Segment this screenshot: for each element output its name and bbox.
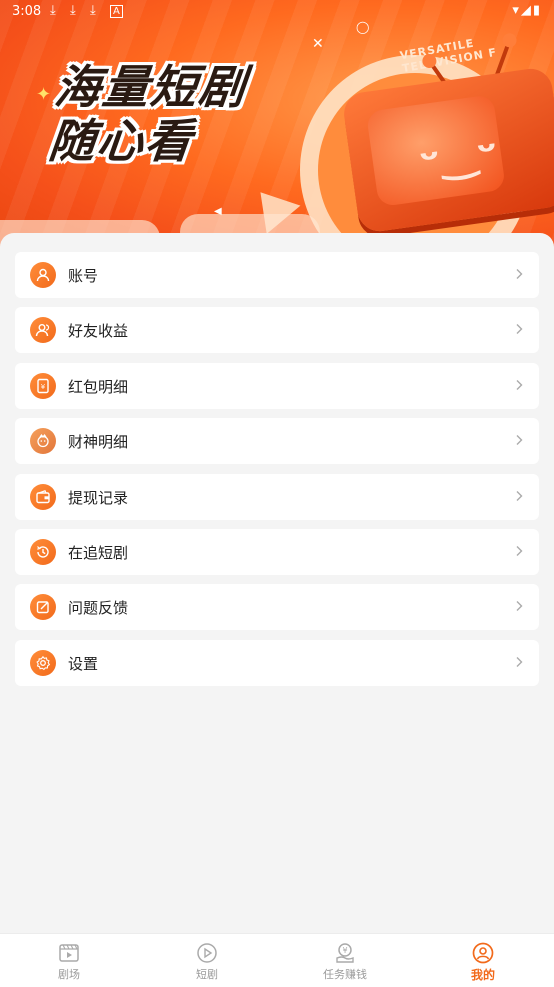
chevron-right-icon (516, 656, 523, 667)
tab-theater[interactable]: 剧场 (0, 934, 138, 987)
banner-slogan: 海量短剧 随心看 (46, 60, 327, 168)
menu-item-label: 问题反馈 (68, 599, 129, 618)
app-notification-icon: A (110, 5, 123, 18)
download-icon: ⤓ (50, 3, 56, 18)
chevron-right-icon (516, 269, 523, 279)
sparkle-icon: ✕ (312, 36, 324, 52)
tv-screen: ᵕ‿ᵕ (365, 94, 506, 208)
chevron-right-icon (516, 490, 523, 501)
red-envelope-icon: ¥ (30, 372, 56, 399)
chevron-right-icon (516, 379, 523, 390)
signal-battery-icons: ▾◢▮ (512, 3, 542, 18)
menu-item-label: 红包明细 (68, 377, 129, 396)
chevron-right-icon (516, 324, 523, 335)
user-icon (30, 262, 56, 288)
settings-icon (30, 649, 56, 676)
svg-text:¥: ¥ (342, 946, 347, 955)
tab-label: 任务赚钱 (323, 968, 367, 981)
slogan-line-2: 随心看 (46, 114, 196, 168)
theater-icon (59, 944, 79, 962)
menu-item-feedback[interactable]: 问题反馈 (15, 584, 539, 631)
menu-item-label: 设置 (68, 654, 99, 673)
smile-icon: ᵕ‿ᵕ (415, 124, 502, 186)
menu-item-label: 财神明细 (68, 433, 129, 452)
feedback-icon (30, 594, 56, 621)
menu-item-label: 账号 (68, 267, 99, 285)
bottom-nav: 剧场 短剧 ¥ 任务赚钱 我的 (0, 933, 554, 987)
menu-item-following-dramas[interactable]: 在追短剧 (15, 528, 539, 575)
tab-label: 剧场 (58, 968, 80, 981)
status-time: 3:08 (12, 4, 42, 19)
status-bar: 3:08 ⤓ ⤓ ⤓ A ▾◢▮ (0, 0, 554, 24)
chevron-right-icon (516, 435, 523, 446)
play-icon (197, 943, 217, 963)
profile-menu: 账号 好友收益 ¥ 红包明细 财神明细 提现记录 在追短剧 问题反馈 设置 (15, 252, 539, 695)
tab-label: 我的 (470, 968, 495, 982)
menu-item-label: 在追短剧 (68, 543, 129, 562)
friends-icon (30, 317, 56, 344)
menu-item-friend-earnings[interactable]: 好友收益 (15, 307, 539, 354)
download-icon: ⤓ (70, 3, 76, 18)
tv-illustration: ᵕ‿ᵕ (341, 66, 554, 234)
chevron-right-icon (516, 545, 523, 556)
history-icon (30, 538, 56, 565)
profile-icon (472, 942, 494, 964)
menu-item-label: 好友收益 (68, 322, 129, 341)
menu-item-withdrawal-records[interactable]: 提现记录 (15, 473, 539, 520)
slogan-line-1: 海量短剧 (52, 60, 250, 114)
menu-item-wealth-god-details[interactable]: 财神明细 (15, 418, 539, 465)
tab-short-drama[interactable]: 短剧 (138, 934, 276, 987)
menu-item-red-envelope-details[interactable]: ¥ 红包明细 (15, 362, 539, 409)
menu-item-account[interactable]: 账号 (15, 252, 539, 298)
svg-text:¥: ¥ (41, 383, 46, 391)
menu-item-label: 提现记录 (68, 488, 129, 507)
wealth-god-icon (30, 428, 56, 455)
download-icon: ⤓ (90, 3, 96, 18)
tab-label: 短剧 (196, 968, 218, 981)
coin-task-icon: ¥ (336, 943, 354, 963)
wallet-icon (30, 483, 56, 510)
promo-banner: 3:08 ⤓ ⤓ ⤓ A ▾◢▮ VERSATILE TELEVISION F … (0, 0, 554, 250)
chevron-right-icon (516, 601, 523, 612)
menu-item-settings[interactable]: 设置 (15, 639, 539, 686)
tab-mine[interactable]: 我的 (414, 934, 552, 987)
sparkle-icon: ✦ (36, 84, 52, 105)
tab-tasks[interactable]: ¥ 任务赚钱 (276, 934, 414, 987)
